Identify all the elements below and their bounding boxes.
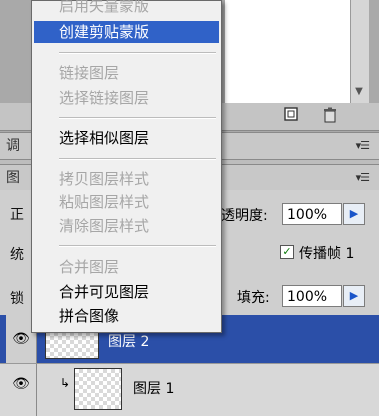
upper-panel-content — [225, 0, 369, 103]
layer-name: 图层 2 — [108, 334, 150, 350]
clip-arrow-icon: ↳ — [60, 376, 71, 390]
layer-row[interactable]: 👁 ↳ 图层 1 — [0, 363, 379, 416]
menu-item-flatten-image[interactable]: 拼合图像 — [32, 305, 221, 327]
lock-label: 锁 — [10, 291, 24, 307]
menu-item-clear-layer-style: 清除图层样式 — [59, 217, 150, 235]
panel-menu-icon[interactable]: ▾☰ — [356, 165, 370, 191]
trash-icon[interactable] — [322, 107, 338, 123]
menu-item-enable-vector-mask: 启用矢量蒙版 — [59, 0, 150, 15]
layers-context-menu: 启用矢量蒙版 创建剪贴蒙版 链接图层 选择链接图层 选择相似图层 拷贝图层样式 … — [31, 0, 222, 333]
panel-menu-icon[interactable]: ▾☰ — [356, 133, 370, 159]
menu-item-copy-layer-style: 拷贝图层样式 — [59, 170, 150, 188]
blend-mode-select[interactable]: 正 — [10, 204, 24, 224]
layer-name: 图层 1 — [133, 381, 175, 397]
fill-label: 填充: — [237, 290, 270, 306]
menu-item-merge-layers: 合并图层 — [59, 258, 120, 276]
menu-item-link-layers: 链接图层 — [59, 64, 120, 82]
fill-input[interactable]: 100% — [282, 285, 342, 307]
tab-adjustments[interactable]: 调 — [6, 133, 20, 159]
layer-thumbnail — [74, 368, 122, 410]
menu-item-merge-visible[interactable]: 合并可见图层 — [32, 281, 221, 303]
menu-separator — [59, 158, 216, 160]
menu-item-select-similar-layers[interactable]: 选择相似图层 — [32, 127, 221, 149]
arrow-right-icon[interactable]: ▶ — [343, 203, 365, 225]
scroll-down-icon[interactable]: ▼ — [350, 82, 368, 102]
propagate-frame-label: 传播帧 1 — [299, 246, 355, 262]
menu-separator — [59, 117, 216, 119]
tab-layers[interactable]: 图 — [6, 165, 20, 191]
menu-separator — [59, 52, 216, 54]
menu-item-create-clipping-mask[interactable]: 创建剪贴蒙版 — [34, 21, 219, 43]
menu-separator — [59, 245, 216, 247]
new-layer-icon[interactable] — [283, 107, 299, 123]
menu-item-select-linked-layers: 选择链接图层 — [59, 89, 150, 107]
propagate-frame-checkbox[interactable]: ✓ — [280, 245, 294, 259]
opacity-label: 透明度: — [221, 208, 268, 224]
eye-icon[interactable]: 👁 — [6, 364, 37, 416]
arrow-right-icon[interactable]: ▶ — [343, 285, 365, 307]
unify-label: 统 — [10, 247, 24, 263]
menu-item-paste-layer-style: 粘贴图层样式 — [59, 193, 150, 211]
opacity-input[interactable]: 100% — [282, 203, 342, 225]
